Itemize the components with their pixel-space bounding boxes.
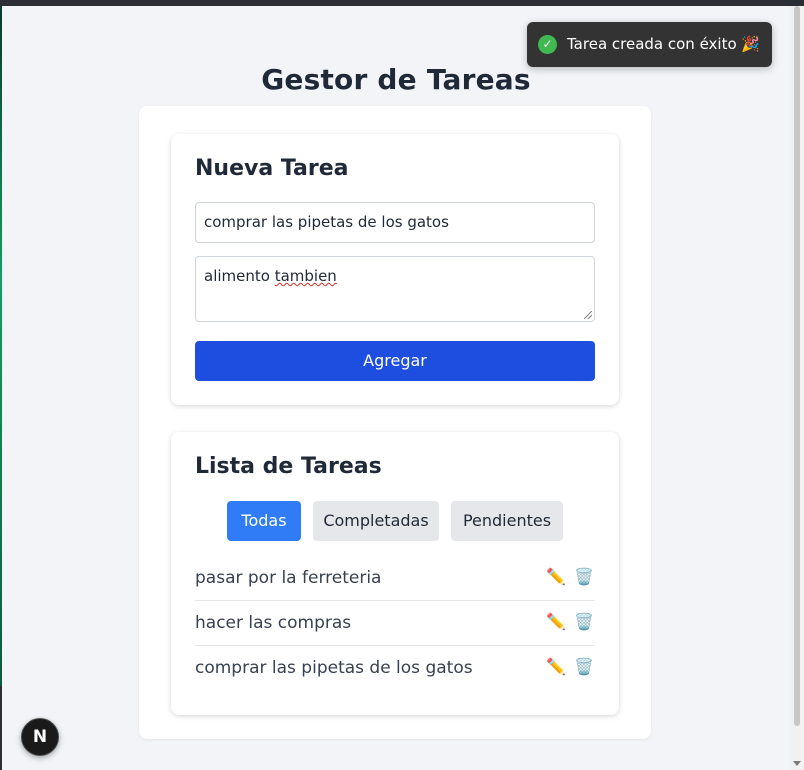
misspelled-word: tambien: [274, 267, 337, 285]
task-title: hacer las compras: [195, 613, 352, 633]
task-title: pasar por la ferreteria: [195, 568, 382, 588]
task-description-textarea[interactable]: alimento tambien: [195, 256, 595, 322]
resize-handle-icon[interactable]: [584, 311, 592, 319]
edit-pencil-icon[interactable]: ✏️: [545, 657, 567, 676]
description-text: alimento: [204, 267, 275, 285]
task-title: comprar las pipetas de los gatos: [195, 658, 473, 678]
vertical-scrollbar[interactable]: [790, 6, 804, 770]
check-circle-icon: ✓: [538, 35, 557, 54]
task-list-card: Lista de Tareas Todas Completadas Pendie…: [171, 432, 619, 715]
edit-pencil-icon[interactable]: ✏️: [545, 567, 567, 586]
task-item: pasar por la ferreteria ✏️ 🗑️: [195, 556, 595, 601]
add-task-button[interactable]: Agregar: [195, 341, 595, 381]
page-title: Gestor de Tareas: [261, 62, 531, 96]
delete-trash-icon[interactable]: 🗑️: [573, 657, 595, 676]
task-list-heading: Lista de Tareas: [195, 454, 382, 479]
delete-trash-icon[interactable]: 🗑️: [573, 567, 595, 586]
nextjs-dev-badge[interactable]: N: [21, 718, 59, 756]
scroll-down-arrow-icon[interactable]: [793, 761, 801, 766]
task-title-input[interactable]: comprar las pipetas de los gatos: [195, 202, 595, 243]
edit-pencil-icon[interactable]: ✏️: [545, 612, 567, 631]
browser-viewport: Gestor de Tareas Nueva Tarea comprar las…: [2, 6, 790, 770]
delete-trash-icon[interactable]: 🗑️: [573, 612, 595, 631]
task-list: pasar por la ferreteria ✏️ 🗑️ hacer las c…: [195, 556, 595, 690]
main-container: Nueva Tarea comprar las pipetas de los g…: [139, 106, 651, 739]
filter-pending-button[interactable]: Pendientes: [451, 501, 563, 541]
task-item: comprar las pipetas de los gatos ✏️ 🗑️: [195, 646, 595, 690]
success-toast: ✓ Tarea creada con éxito 🎉: [527, 22, 772, 67]
filter-completed-button[interactable]: Completadas: [313, 501, 439, 541]
new-task-heading: Nueva Tarea: [195, 156, 349, 181]
toast-message: Tarea creada con éxito 🎉: [567, 35, 761, 53]
task-item: hacer las compras ✏️ 🗑️: [195, 601, 595, 646]
new-task-card: Nueva Tarea comprar las pipetas de los g…: [171, 134, 619, 405]
filter-all-button[interactable]: Todas: [227, 501, 301, 541]
scrollbar-thumb[interactable]: [794, 6, 800, 726]
